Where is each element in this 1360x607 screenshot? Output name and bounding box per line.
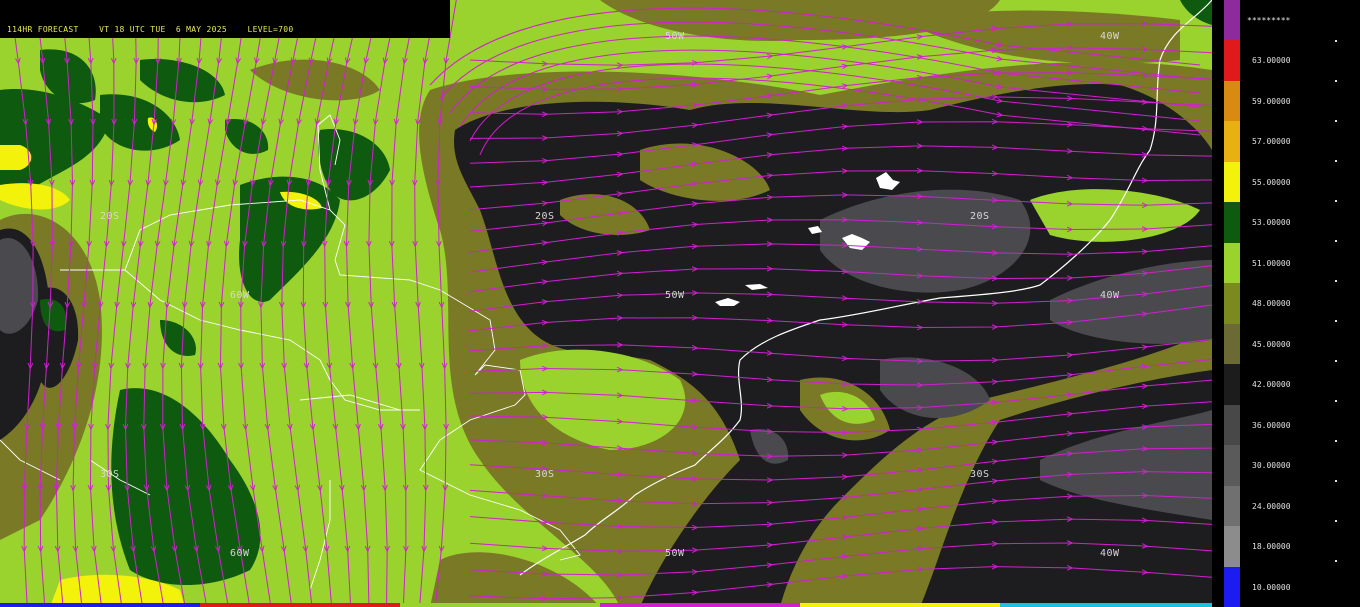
legend-swatch (1224, 526, 1240, 567)
legend-level-label: 45.00000 (1252, 340, 1291, 349)
legend-tick-mark (1335, 520, 1337, 522)
legend-tick-mark (1335, 560, 1337, 562)
legend-swatch (1224, 40, 1240, 81)
lon-label-top-40w: 40W (1100, 31, 1120, 42)
legend-tick-mark (1335, 360, 1337, 362)
legend-tick-mark (1335, 400, 1337, 402)
legend-tick-mark (1335, 40, 1337, 42)
legend-level-label: 57.00000 (1252, 137, 1291, 146)
legend-tick-mark (1335, 280, 1337, 282)
legend-tick-mark (1335, 440, 1337, 442)
legend-level-label: 30.00000 (1252, 461, 1291, 470)
lon-label-bottom-40w: 40W (1100, 548, 1120, 559)
forecast-map: 114HR FORECAST VT 18 UTC TUE 6 MAY 2025 … (0, 0, 1212, 607)
legend-swatch (1224, 486, 1240, 526)
lat-label-30s-east: 30S (970, 469, 990, 480)
legend-level-label: 10.00000 (1252, 583, 1291, 592)
legend-tick-mark (1335, 240, 1337, 242)
legend-swatch (1224, 81, 1240, 121)
lat-label-20s-center: 20S (535, 211, 555, 222)
legend-tick-mark (1335, 120, 1337, 122)
legend-swatch (1224, 567, 1240, 607)
legend-level-label: 18.00000 (1252, 542, 1291, 551)
legend-swatch (1224, 283, 1240, 324)
forecast-header: 114HR FORECAST VT 18 UTC TUE 6 MAY 2025 … (0, 0, 450, 38)
lon-label-top-50w: 50W (665, 31, 685, 42)
legend-level-label: 53.00000 (1252, 218, 1291, 227)
legend-level-label: 55.00000 (1252, 178, 1291, 187)
lon-label-bottom-50w: 50W (665, 548, 685, 559)
legend-level-label: 63.00000 (1252, 56, 1291, 65)
legend-swatch (1224, 202, 1240, 243)
lat-label-20s-west: 20S (100, 211, 120, 222)
color-legend: ********* 63.00000 59.00000 57.00000 55.… (1212, 0, 1360, 607)
legend-tick-mark (1335, 200, 1337, 202)
legend-swatch (1224, 445, 1240, 486)
legend-swatch-overflow (1224, 0, 1240, 40)
legend-level-label: 59.00000 (1252, 97, 1291, 106)
legend-swatch (1224, 162, 1240, 202)
legend-tick-mark (1335, 320, 1337, 322)
bottom-strip (0, 603, 1212, 607)
lon-label-mid-60w: 60W (230, 290, 250, 301)
legend-swatch (1224, 121, 1240, 162)
legend-level-label: 24.00000 (1252, 502, 1291, 511)
legend-tick-mark (1335, 160, 1337, 162)
lon-label-bottom-60w: 60W (230, 548, 250, 559)
forecast-header-text: 114HR FORECAST VT 18 UTC TUE 6 MAY 2025 … (7, 25, 294, 34)
lon-label-mid-50w: 50W (665, 290, 685, 301)
legend-overflow-label: ********* (1247, 16, 1291, 25)
map-canvas (0, 0, 1212, 607)
lat-label-20s-east: 20S (970, 211, 990, 222)
legend-swatch (1224, 405, 1240, 445)
lon-label-mid-40w: 40W (1100, 290, 1120, 301)
legend-swatch (1224, 324, 1240, 364)
legend-swatch (1224, 243, 1240, 283)
legend-tick-mark (1335, 80, 1337, 82)
legend-tick-mark (1335, 480, 1337, 482)
legend-swatch (1224, 364, 1240, 405)
lat-label-30s-center: 30S (535, 469, 555, 480)
legend-level-label: 42.00000 (1252, 380, 1291, 389)
lat-label-30s-west: 30S (100, 469, 120, 480)
legend-level-label: 48.00000 (1252, 299, 1291, 308)
legend-level-label: 51.00000 (1252, 259, 1291, 268)
legend-level-label: 36.00000 (1252, 421, 1291, 430)
